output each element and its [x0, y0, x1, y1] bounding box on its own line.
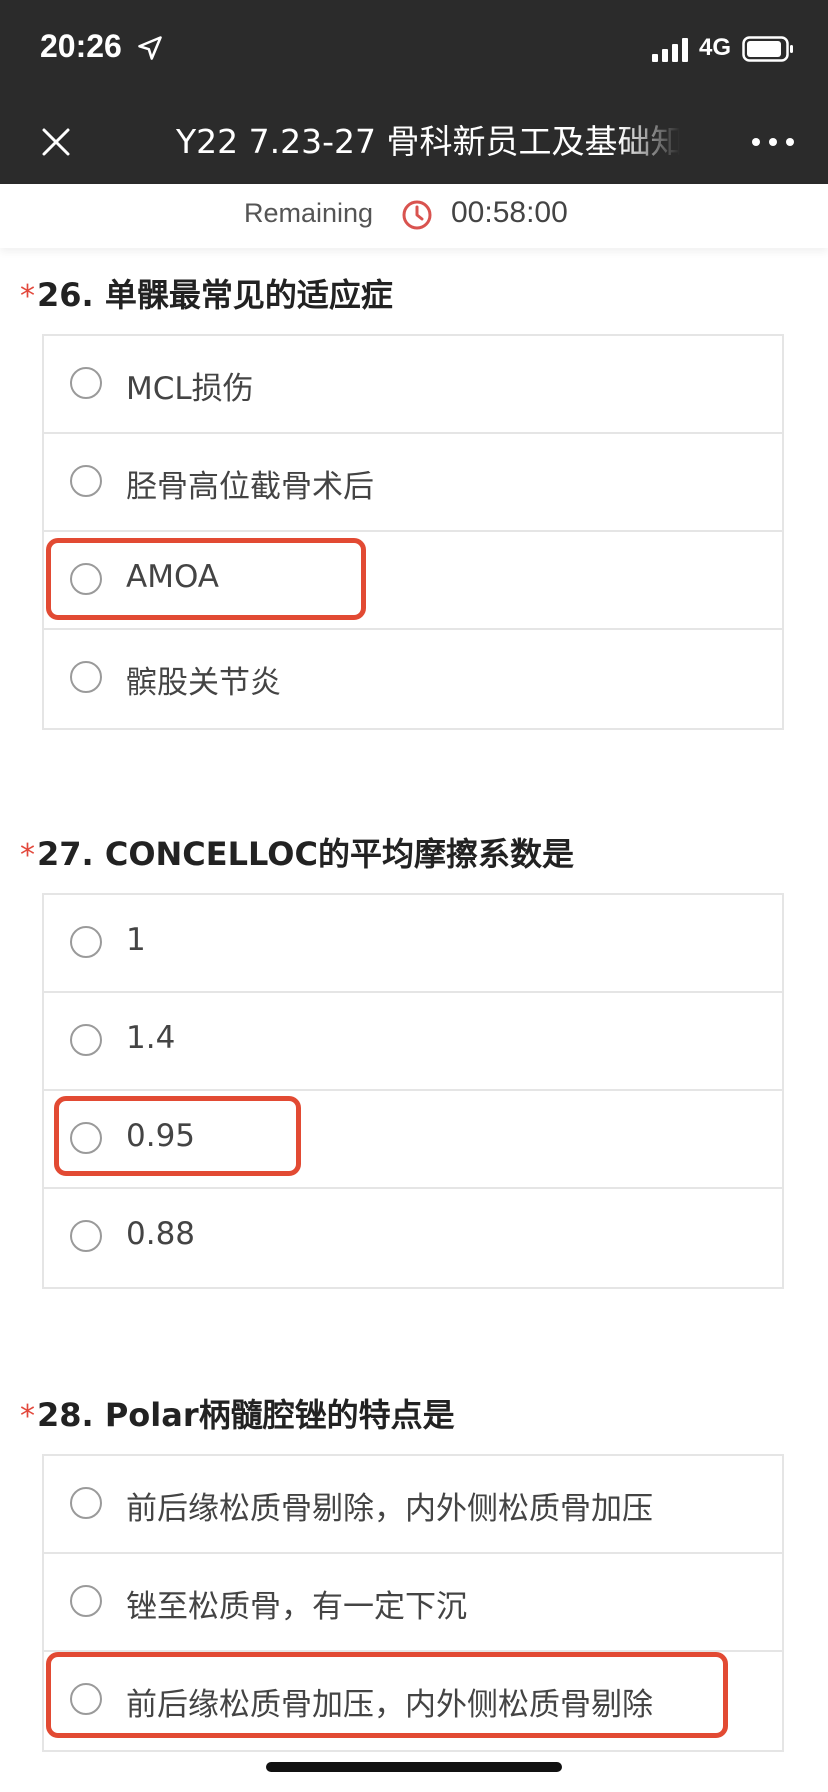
signal-bars-icon	[652, 38, 688, 62]
options-list: 1 1.4 0.95 0.88	[42, 893, 784, 1289]
option[interactable]: 前后缘松质骨剔除，内外侧松质骨加压	[44, 1456, 782, 1554]
question-text: 28. Polar柄髓腔锉的特点是	[37, 1396, 455, 1434]
option[interactable]: 1	[44, 895, 782, 993]
option-label: 0.88	[126, 1216, 196, 1252]
radio-button-icon[interactable]	[70, 1487, 102, 1519]
option-label: 前后缘松质骨加压，内外侧松质骨剔除	[126, 1687, 653, 1723]
question-title: *26. 单髁最常见的适应症	[20, 270, 393, 314]
required-star: *	[20, 1399, 35, 1434]
close-icon[interactable]	[36, 122, 76, 162]
option[interactable]: 前后缘松质骨加压，内外侧松质骨剔除	[44, 1652, 782, 1750]
option[interactable]: AMOA	[44, 532, 782, 630]
radio-button-icon[interactable]	[70, 1024, 102, 1056]
option[interactable]: 胫骨高位截骨术后	[44, 434, 782, 532]
question-title: *28. Polar柄髓腔锉的特点是	[20, 1390, 455, 1434]
question-title: *27. CONCELLOC的平均摩擦系数是	[20, 829, 574, 873]
radio-button-icon[interactable]	[70, 1683, 102, 1715]
home-indicator[interactable]	[266, 1762, 562, 1772]
question-text: 27. CONCELLOC的平均摩擦系数是	[37, 835, 574, 873]
option-label: 锉至松质骨，有一定下沉	[126, 1589, 467, 1625]
radio-button-icon[interactable]	[70, 465, 102, 497]
option-label: 髌股关节炎	[126, 665, 281, 701]
option[interactable]: 0.88	[44, 1189, 782, 1287]
location-arrow-icon	[138, 36, 162, 60]
radio-button-icon[interactable]	[70, 367, 102, 399]
radio-button-icon[interactable]	[70, 1220, 102, 1252]
options-list: MCL损伤 胫骨高位截骨术后 AMOA 髌股关节炎	[42, 334, 784, 730]
timer-label: Remaining	[244, 198, 374, 228]
option-label: 1	[126, 922, 146, 958]
option-label: 0.95	[126, 1118, 196, 1154]
required-star: *	[20, 279, 35, 314]
option-label: MCL损伤	[126, 371, 254, 407]
option[interactable]: 1.4	[44, 993, 782, 1091]
network-type: 4G	[699, 34, 732, 61]
option[interactable]: 0.95	[44, 1091, 782, 1189]
timer-bar: Remaining 00:58:00	[0, 184, 828, 248]
option[interactable]: 髌股关节炎	[44, 630, 782, 728]
option-label: 前后缘松质骨剔除，内外侧松质骨加压	[126, 1491, 653, 1527]
navigation-bar: Y22 7.23-27 骨科新员工及基础知识	[0, 100, 828, 184]
option-label: AMOA	[126, 559, 220, 595]
radio-button-icon[interactable]	[70, 1122, 102, 1154]
status-bar: 20:26 4G	[0, 0, 828, 100]
option[interactable]: 锉至松质骨，有一定下沉	[44, 1554, 782, 1652]
battery-icon	[742, 36, 793, 62]
radio-button-icon[interactable]	[70, 563, 102, 595]
clock-icon	[402, 200, 432, 230]
question-text: 26. 单髁最常见的适应症	[37, 276, 393, 314]
option[interactable]: MCL损伤	[44, 336, 782, 434]
radio-button-icon[interactable]	[70, 926, 102, 958]
timer-value: 00:58:00	[451, 196, 568, 229]
radio-button-icon[interactable]	[70, 661, 102, 693]
option-label: 1.4	[126, 1020, 176, 1056]
option-label: 胫骨高位截骨术后	[126, 469, 374, 505]
required-star: *	[20, 838, 35, 873]
status-time: 20:26	[40, 28, 122, 64]
more-options-icon[interactable]	[748, 130, 798, 154]
page-title: Y22 7.23-27 骨科新员工及基础知识	[176, 122, 680, 161]
options-list: 前后缘松质骨剔除，内外侧松质骨加压 锉至松质骨，有一定下沉 前后缘松质骨加压，内…	[42, 1454, 784, 1752]
radio-button-icon[interactable]	[70, 1585, 102, 1617]
